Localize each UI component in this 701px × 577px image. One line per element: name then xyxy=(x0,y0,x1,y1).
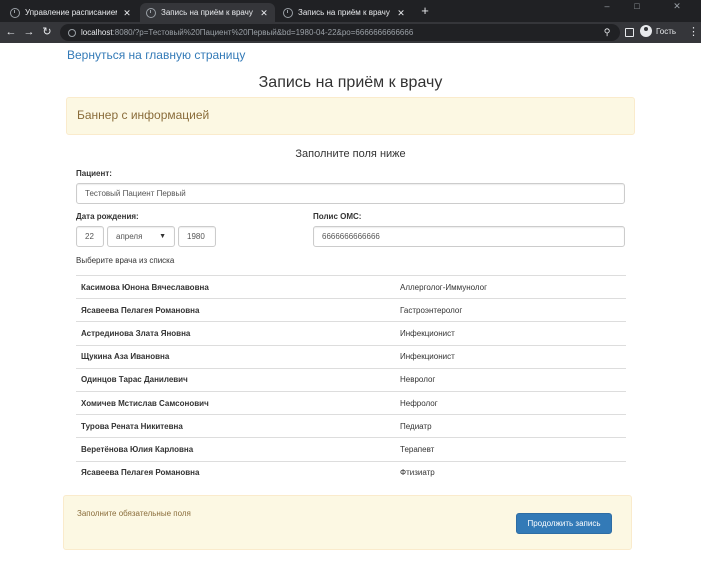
doctor-name: Ясавеева Пелагея Романовна xyxy=(81,305,200,315)
doctor-specialty: Инфекционист xyxy=(400,328,455,338)
profile-name: Гость xyxy=(656,26,677,36)
maximize-button[interactable]: □ xyxy=(622,0,652,14)
url-path: :8080/?p=Тестовый%20Пациент%20Первый&bd=… xyxy=(112,28,414,37)
globe-icon xyxy=(10,7,20,18)
browser-tab-bar: Управление расписанием ✕ Запись на приём… xyxy=(0,0,701,22)
doctor-specialty: Фтизиатр xyxy=(400,468,435,478)
birthdate-label: Дата рождения: xyxy=(76,212,139,221)
doctor-row[interactable]: Ясавеева Пелагея Романовна Гастроэнтероло… xyxy=(76,298,626,321)
kebab-menu-icon[interactable]: ⋮ xyxy=(688,26,699,39)
chevron-down-icon: ▼ xyxy=(159,233,166,240)
doctor-name: Щукина Аза Ивановна xyxy=(81,352,170,362)
doctor-specialty: Инфекционист xyxy=(400,352,455,362)
site-info-icon[interactable] xyxy=(68,28,76,37)
doctor-name: Хомичев Мстислав Самсонович xyxy=(81,398,209,408)
doctor-row[interactable]: Турова Рената Никитевна Педиатр xyxy=(76,414,626,437)
browser-tab-schedule[interactable]: Управление расписанием ✕ xyxy=(4,3,138,22)
required-fields-message: Заполните обязательные поля xyxy=(77,509,191,518)
birth-month-value: апреля xyxy=(116,232,143,241)
globe-icon xyxy=(146,7,156,18)
profile-button[interactable]: Гость xyxy=(640,25,676,37)
minimize-button[interactable]: – xyxy=(592,0,622,14)
doctor-row[interactable]: Одинцов Тарас Данилевич Невролог xyxy=(76,367,626,391)
form-subtitle: Заполните поля ниже xyxy=(295,148,406,160)
doctor-specialty: Педиатр xyxy=(400,421,432,431)
patient-label: Пациент: xyxy=(76,169,112,178)
page-content: Вернуться на главную страницу Запись на … xyxy=(0,43,701,577)
doctor-name: Одинцов Тарас Данилевич xyxy=(81,375,188,385)
url-text: localhost:8080/?p=Тестовый%20Пациент%20П… xyxy=(81,28,413,37)
window-close-button[interactable]: ✕ xyxy=(662,0,692,14)
page-title: Запись на приём к врачу xyxy=(258,74,443,91)
tab-title: Запись на приём к врачу xyxy=(161,8,253,17)
close-icon[interactable]: ✕ xyxy=(259,8,269,18)
doctor-name: Астрединова Злата Яновна xyxy=(81,328,191,338)
close-icon[interactable]: ✕ xyxy=(396,8,406,18)
continue-booking-button[interactable]: Продолжить запись xyxy=(516,513,612,534)
new-tab-button[interactable]: + xyxy=(418,3,432,19)
patient-input[interactable]: Тестовый Пациент Первый xyxy=(76,183,625,204)
birth-year-input[interactable]: 1980 xyxy=(178,226,216,247)
doctor-name: Касимова Юнона Вячеславовна xyxy=(81,282,209,292)
close-icon[interactable]: ✕ xyxy=(122,8,132,18)
doctor-row[interactable]: Астрединова Злата Яновна Инфекционист xyxy=(76,321,626,344)
tab-title: Управление расписанием xyxy=(25,8,117,17)
tab-title: Запись на приём к врачу xyxy=(298,8,390,17)
doctor-specialty: Гастроэнтеролог xyxy=(400,305,463,315)
doctor-specialty: Терапевт xyxy=(400,444,435,454)
doctor-row[interactable]: Хомичев Мстислав Самсонович Нефролог xyxy=(76,390,626,414)
zoom-icon[interactable]: ⚲ xyxy=(600,25,614,39)
info-banner: Баннер с информацией xyxy=(66,97,635,135)
policy-input[interactable]: 6666666666666 xyxy=(313,226,625,247)
doctor-row[interactable]: Веретёнова Юлия Карловна Терапевт xyxy=(76,437,626,460)
browser-tab-appointment-active[interactable]: Запись на приём к врачу ✕ xyxy=(140,3,275,22)
url-host: localhost xyxy=(81,28,113,37)
doctor-specialty: Нефролог xyxy=(400,398,438,408)
doctor-name: Веретёнова Юлия Карловна xyxy=(81,444,194,454)
policy-label: Полис ОМС: xyxy=(313,212,362,221)
side-panel-icon[interactable] xyxy=(625,28,634,37)
doctor-name: Ясавеева Пелагея Романовна xyxy=(81,468,200,478)
forward-arrow-icon[interactable]: → xyxy=(22,25,36,39)
birth-month-select[interactable]: апреля ▼ xyxy=(107,226,175,247)
doctor-specialty: Невролог xyxy=(400,375,436,385)
doctor-name: Турова Рената Никитевна xyxy=(81,421,183,431)
birth-day-input[interactable]: 22 xyxy=(76,226,104,247)
doctor-specialty: Аллерголог-Иммунолог xyxy=(400,282,488,292)
doctor-row[interactable]: Ясавеева Пелагея Романовна Фтизиатр xyxy=(76,460,626,484)
doctor-hint: Выберите врача из списка xyxy=(76,256,175,265)
globe-icon xyxy=(283,7,293,18)
browser-toolbar: ← → ↻ localhost:8080/?p=Тестовый%20Пацие… xyxy=(0,22,701,43)
footer-banner: Заполните обязательные поля Продолжить з… xyxy=(63,495,632,550)
doctor-row[interactable]: Щукина Аза Ивановна Инфекционист xyxy=(76,344,626,368)
address-bar[interactable]: localhost:8080/?p=Тестовый%20Пациент%20П… xyxy=(60,24,620,41)
avatar-icon xyxy=(640,25,652,37)
back-to-home-link[interactable]: Вернуться на главную страницу xyxy=(67,48,245,62)
reload-icon[interactable]: ↻ xyxy=(40,25,54,39)
doctor-row[interactable]: Касимова Юнона Вячеславовна Аллерголог-Им… xyxy=(76,275,626,298)
browser-tab-appointment[interactable]: Запись на приём к врачу ✕ xyxy=(277,3,412,22)
back-arrow-icon[interactable]: ← xyxy=(4,25,18,39)
doctor-list: Касимова Юнона Вячеславовна Аллерголог-Им… xyxy=(76,275,626,484)
